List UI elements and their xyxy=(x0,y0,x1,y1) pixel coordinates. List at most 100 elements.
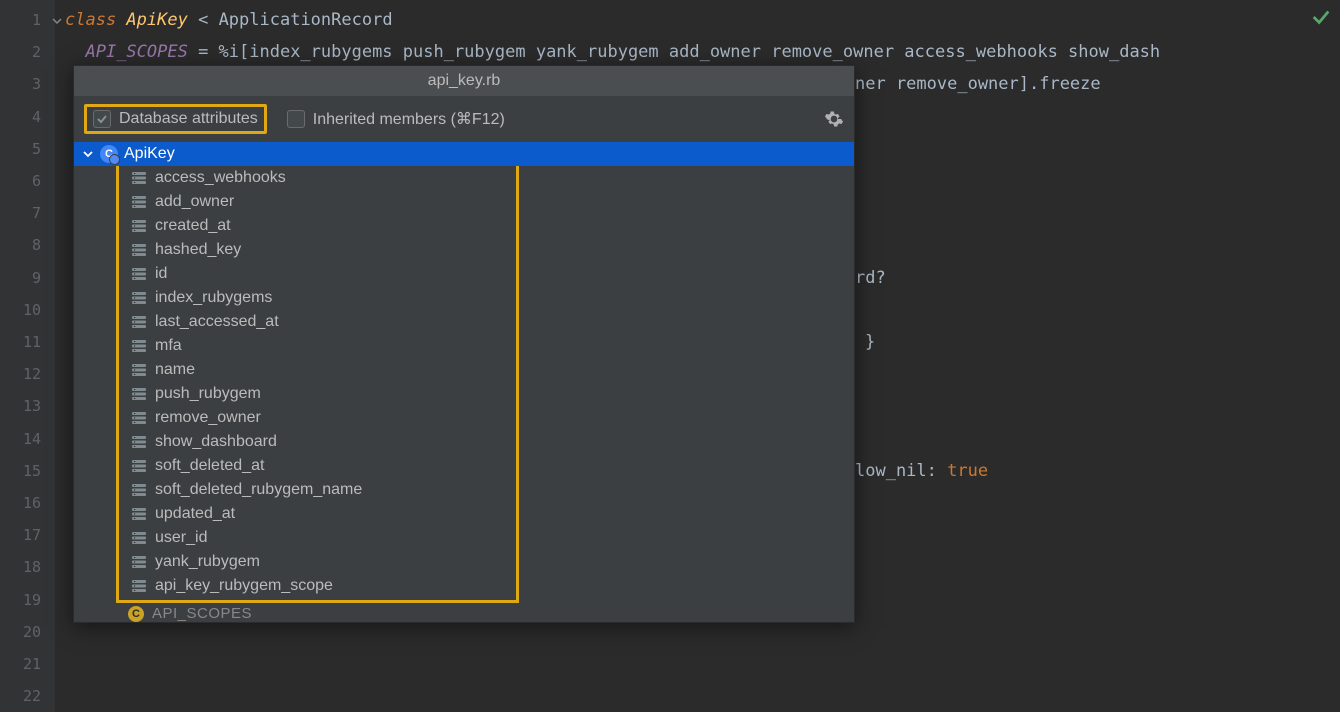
line-number: 5 xyxy=(0,133,41,165)
structure-attribute-label: soft_deleted_at xyxy=(155,457,264,475)
structure-attribute-row[interactable]: access_webhooks xyxy=(119,166,516,190)
class-name: ApiKey xyxy=(126,10,187,30)
structure-attribute-row[interactable]: id xyxy=(119,262,516,286)
class-icon: C xyxy=(100,145,118,163)
database-column-icon xyxy=(131,362,147,378)
popup-body: C ApiKey access_webhooks add_ownercreated… xyxy=(74,142,854,622)
structure-attribute-row[interactable]: yank_rubygem xyxy=(119,550,516,574)
line-number: 16 xyxy=(0,487,41,519)
code-line[interactable]: class ApiKey < ApplicationRecord xyxy=(55,4,1340,36)
checkbox-label: Database attributes xyxy=(119,110,258,128)
structure-attribute-label: soft_deleted_rubygem_name xyxy=(155,481,362,499)
chevron-down-icon[interactable] xyxy=(82,148,94,160)
structure-attribute-row[interactable]: created_at xyxy=(119,214,516,238)
inspection-ok-icon[interactable] xyxy=(1310,6,1332,28)
structure-attribute-row[interactable]: api_key_rubygem_scope xyxy=(119,574,516,598)
structure-item-label: API_SCOPES xyxy=(152,605,252,622)
database-column-icon xyxy=(131,338,147,354)
line-number: 20 xyxy=(0,616,41,648)
structure-attribute-row[interactable]: remove_owner xyxy=(119,406,516,430)
code-text: ner remove_owner].freeze xyxy=(855,74,1101,94)
operator: < xyxy=(188,10,219,30)
structure-attribute-label: hashed_key xyxy=(155,241,241,259)
line-number: 8 xyxy=(0,229,41,261)
line-number: 22 xyxy=(0,680,41,712)
keyword-true: true xyxy=(947,461,988,481)
line-number: 12 xyxy=(0,358,41,390)
structure-attribute-label: user_id xyxy=(155,529,207,547)
structure-root-label: ApiKey xyxy=(124,145,175,163)
structure-attribute-row[interactable]: soft_deleted_at xyxy=(119,454,516,478)
line-number: 2 xyxy=(0,36,41,68)
database-column-icon xyxy=(131,290,147,306)
structure-attribute-row[interactable]: mfa xyxy=(119,334,516,358)
database-column-icon xyxy=(131,530,147,546)
checkbox-unchecked-icon xyxy=(287,110,305,128)
structure-attribute-row[interactable]: soft_deleted_rubygem_name xyxy=(119,478,516,502)
line-number-gutter: 1 2 3 4 5 6 7 8 9 10 11 12 13 14 15 16 1… xyxy=(0,0,55,712)
structure-attribute-row[interactable]: user_id xyxy=(119,526,516,550)
structure-attribute-row[interactable]: index_rubygems xyxy=(119,286,516,310)
database-column-icon xyxy=(131,242,147,258)
structure-attribute-row[interactable]: updated_at xyxy=(119,502,516,526)
code-text: low_nil: xyxy=(855,461,947,481)
structure-attribute-label: created_at xyxy=(155,217,231,235)
structure-attribute-label: access_webhooks xyxy=(155,169,286,187)
constant: API_SCOPES xyxy=(85,42,187,62)
structure-more-item[interactable]: C API_SCOPES xyxy=(74,603,854,622)
database-column-icon xyxy=(131,194,147,210)
structure-attribute-row[interactable]: show_dashboard xyxy=(119,430,516,454)
structure-popup: api_key.rb Database attributes Inherited… xyxy=(73,65,855,623)
database-column-icon xyxy=(131,266,147,282)
database-column-icon xyxy=(131,386,147,402)
line-number: 14 xyxy=(0,423,41,455)
database-column-icon xyxy=(131,578,147,594)
database-column-icon xyxy=(131,458,147,474)
code-line[interactable]: API_SCOPES = %i[index_rubygems push_ruby… xyxy=(55,36,1340,68)
database-attributes-checkbox[interactable]: Database attributes xyxy=(84,104,267,134)
line-number: 4 xyxy=(0,101,41,133)
code-text: rd? xyxy=(855,268,886,288)
line-number: 11 xyxy=(0,326,41,358)
structure-attribute-label: index_rubygems xyxy=(155,289,272,307)
database-column-icon xyxy=(131,554,147,570)
line-number: 15 xyxy=(0,455,41,487)
structure-attribute-label: add_owner xyxy=(155,193,234,211)
structure-attribute-row[interactable]: hashed_key xyxy=(119,238,516,262)
structure-attribute-label: last_accessed_at xyxy=(155,313,279,331)
line-number: 6 xyxy=(0,165,41,197)
database-column-icon xyxy=(131,218,147,234)
database-column-icon xyxy=(131,434,147,450)
line-number: 13 xyxy=(0,390,41,422)
attributes-highlight-box: access_webhooks add_owner created_athashed… xyxy=(116,166,519,603)
database-column-icon xyxy=(131,170,147,186)
checkbox-checked-icon xyxy=(93,110,111,128)
structure-root-row[interactable]: C ApiKey xyxy=(74,142,854,166)
inherited-members-checkbox[interactable]: Inherited members (⌘F12) xyxy=(283,107,509,131)
structure-attribute-label: name xyxy=(155,361,195,379)
popup-title: api_key.rb xyxy=(74,66,854,96)
line-number: 18 xyxy=(0,551,41,583)
line-number: 3 xyxy=(0,68,41,100)
structure-attribute-label: id xyxy=(155,265,167,283)
database-column-icon xyxy=(131,482,147,498)
database-column-icon xyxy=(131,410,147,426)
line-number: 10 xyxy=(0,294,41,326)
line-number: 9 xyxy=(0,262,41,294)
structure-attribute-row[interactable]: add_owner xyxy=(119,190,516,214)
line-number: 21 xyxy=(0,648,41,680)
fold-icon[interactable] xyxy=(51,6,63,18)
code-text: } xyxy=(865,332,875,352)
structure-attribute-row[interactable]: name xyxy=(119,358,516,382)
line-number: 19 xyxy=(0,584,41,616)
line-number: 7 xyxy=(0,197,41,229)
keyword: class xyxy=(65,10,126,30)
structure-attribute-label: api_key_rubygem_scope xyxy=(155,577,333,595)
database-column-icon xyxy=(131,314,147,330)
structure-attribute-label: updated_at xyxy=(155,505,235,523)
popup-options-bar: Database attributes Inherited members (⌘… xyxy=(74,96,854,142)
structure-attribute-row[interactable]: last_accessed_at xyxy=(119,310,516,334)
gear-icon[interactable] xyxy=(824,109,844,129)
structure-attribute-label: yank_rubygem xyxy=(155,553,260,571)
structure-attribute-row[interactable]: push_rubygem xyxy=(119,382,516,406)
